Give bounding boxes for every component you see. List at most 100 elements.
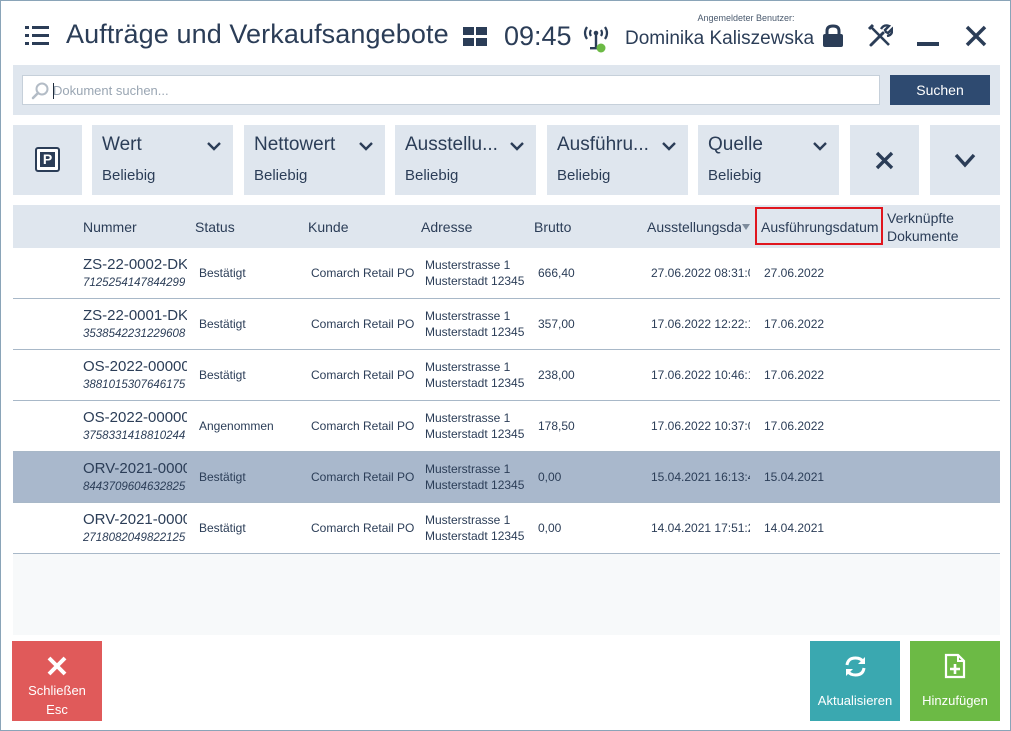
filter-value: Beliebig [708,167,762,184]
cell-adresse-street: Musterstrasse 1 [425,360,511,374]
column-header-adresse[interactable]: Adresse [421,219,525,235]
app-window: Aufträge und Verkaufsangebote 09:45 Ange… [0,0,1011,731]
cell-adresse-street: Musterstrasse 1 [425,513,511,527]
filter-ausfuehrungsdatum[interactable]: Ausführu... Beliebig [547,125,688,195]
add-button-label: Hinzufügen [922,693,988,708]
cell-status: Bestätigt [199,521,246,535]
cell-status: Bestätigt [199,317,246,331]
refresh-icon [845,656,866,677]
hamburger-icon[interactable] [25,26,49,46]
lock-icon[interactable] [820,23,846,49]
add-document-icon [944,653,966,679]
cell-nummer: OS-2022-000002 [83,358,187,375]
search-bar: Suchen [13,65,1000,115]
column-header-status[interactable]: Status [195,219,299,235]
column-header-line: Dokumente [887,228,959,244]
parking-icon: P [35,147,60,172]
app-title: Aufträge und Verkaufsangebote [66,19,449,49]
cell-nummer: ORV-2021-00000 [83,460,187,477]
filter-ausstellungsdatum[interactable]: Ausstellu... Beliebig [395,125,536,195]
column-header-line: Verknüpfte [887,210,954,226]
cell-brutto: 0,00 [538,521,562,535]
close-button[interactable]: Schließen Esc [12,641,102,721]
refresh-button[interactable]: Aktualisieren [810,641,900,721]
cell-adresse-city: Musterstadt 12345 [425,376,525,390]
cell-adresse-city: Musterstadt 12345 [425,325,525,339]
close-button-shortcut: Esc [46,702,68,717]
cell-adresse-street: Musterstrasse 1 [425,462,511,476]
cell-nummer: OS-2022-000001 [83,409,187,426]
chevron-down-icon [359,142,373,151]
cell-adresse-city: Musterstadt 12345 [425,427,525,441]
refresh-button-label: Aktualisieren [817,693,893,708]
filter-value: Beliebig [102,167,156,184]
cell-ausfuehrungsdatum: 27.06.2022 [764,266,825,280]
text-caret [53,83,54,99]
search-button[interactable]: Suchen [890,75,990,105]
search-input[interactable] [53,76,873,104]
cell-adresse-city: Musterstadt 12345 [425,529,525,543]
clock: 09:45 [504,21,572,51]
cell-ausstellungsdatum: 15.04.2021 16:13:4 [651,470,750,484]
cell-brutto: 0,00 [538,470,562,484]
cell-subnumber: 3881015307646175 [83,379,186,391]
close-icon[interactable] [963,23,989,49]
cell-subnumber: 3538542231229608 [83,328,186,340]
cell-adresse-street: Musterstrasse 1 [425,309,511,323]
close-button-label: Schließen [28,683,86,698]
filter-quelle[interactable]: Quelle Beliebig [698,125,839,195]
expand-filters-button[interactable] [930,125,1000,195]
column-header-verknuepfte-dokumente[interactable]: Verknüpfte Dokumente [887,209,959,245]
cell-kunde: Comarch Retail PO [311,266,415,280]
chevron-down-icon [662,142,676,151]
cell-adresse-street: Musterstrasse 1 [425,258,511,272]
column-header-brutto[interactable]: Brutto [534,219,638,235]
table-row[interactable]: ZS-22-0001-DK 3538542231229608 Bestätigt… [13,299,1000,350]
column-header-kunde[interactable]: Kunde [308,219,412,235]
column-header-ausstellungsdatum[interactable]: Ausstellungsda [647,219,741,235]
cell-ausstellungsdatum: 17.06.2022 10:37:0 [651,419,750,433]
cell-kunde: Comarch Retail PO [311,419,415,433]
cell-ausfuehrungsdatum: 17.06.2022 [764,419,825,433]
cell-status: Bestätigt [199,470,246,484]
grid-icon[interactable] [463,27,488,46]
cell-status: Bestätigt [199,266,246,280]
table-row[interactable]: ZS-22-0002-DK 7125254147844299 Bestätigt… [13,248,1000,299]
table-row[interactable]: ORV-2021-00000 2718082049822125 Bestätig… [13,503,1000,554]
cell-subnumber: 3758331418810244 [83,430,186,442]
user-name: Dominika Kaliszewska [625,28,815,49]
cell-kunde: Comarch Retail PO [311,317,415,331]
park-button[interactable]: P [13,125,82,195]
clear-icon [875,151,894,170]
table-row-selected[interactable]: ORV-2021-00000 8443709604632825 Bestätig… [13,452,1000,503]
filter-title: Wert [102,134,142,155]
search-field[interactable] [22,75,880,105]
table-row[interactable]: OS-2022-000001 3758331418810244 Angenomm… [13,401,1000,452]
filter-nettowert[interactable]: Nettowert Beliebig [244,125,385,195]
minimize-icon[interactable] [915,23,941,49]
chevron-down-icon [954,153,976,168]
cell-brutto: 666,40 [538,266,575,280]
network-status-icon [581,21,611,53]
add-button[interactable]: Hinzufügen [910,641,1000,721]
cell-ausstellungsdatum: 17.06.2022 10:46:1 [651,368,750,382]
cell-nummer: ZS-22-0002-DK [83,256,187,273]
tools-icon[interactable] [867,23,894,49]
filter-wert[interactable]: Wert Beliebig [92,125,233,195]
cell-adresse-street: Musterstrasse 1 [425,411,511,425]
filter-title: Quelle [708,134,763,155]
user-caption: Angemeldeter Benutzer: [697,13,795,23]
clear-filters-button[interactable] [850,125,919,195]
cell-ausfuehrungsdatum: 14.04.2021 [764,521,825,535]
cell-kunde: Comarch Retail PO [311,368,415,382]
cell-subnumber: 7125254147844299 [83,277,186,289]
cell-ausfuehrungsdatum: 17.06.2022 [764,317,825,331]
cell-brutto: 178,50 [538,419,575,433]
cell-ausstellungsdatum: 17.06.2022 12:22:1 [651,317,750,331]
cell-status: Angenommen [199,419,274,433]
column-header-nummer[interactable]: Nummer [83,219,187,235]
cell-ausstellungsdatum: 14.04.2021 17:51:2 [651,521,750,535]
cell-subnumber: 2718082049822125 [83,532,186,544]
search-icon [31,82,49,100]
table-row[interactable]: OS-2022-000002 3881015307646175 Bestätig… [13,350,1000,401]
